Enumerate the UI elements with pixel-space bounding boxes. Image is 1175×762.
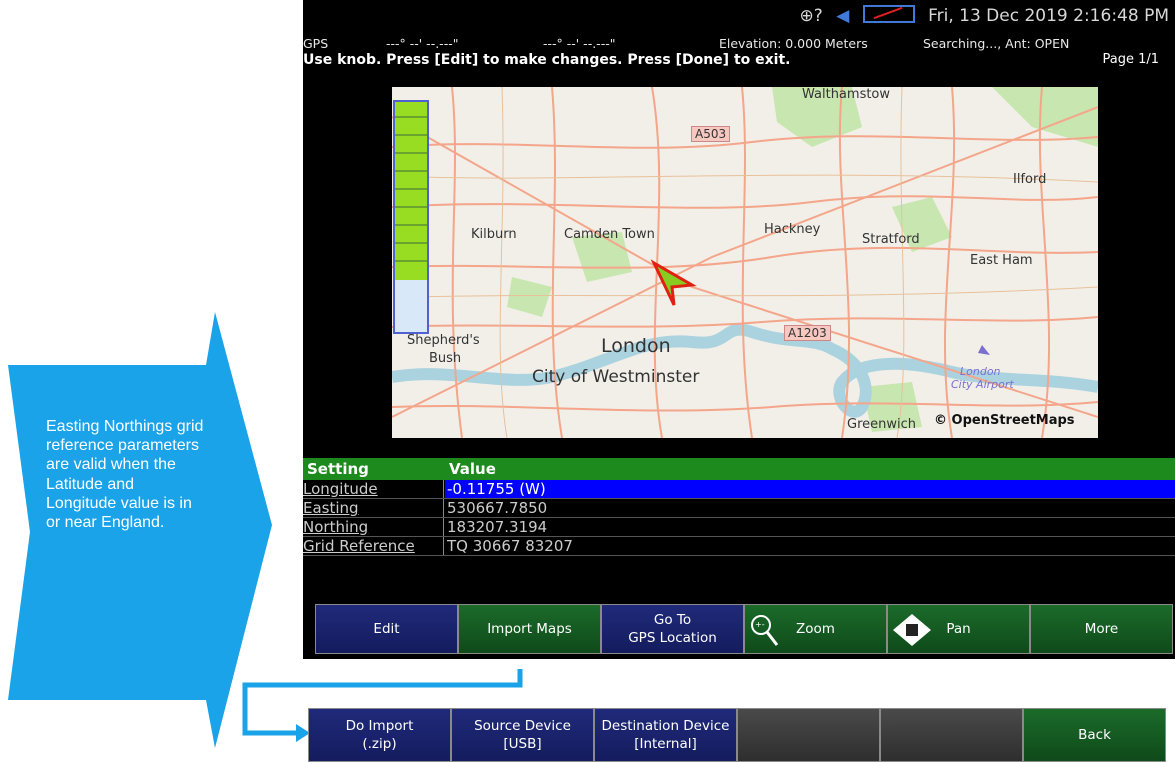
table-row[interactable]: Northing 183207.3194 bbox=[303, 518, 1175, 537]
import-softkey-bar: Do Import (.zip) Source Device [USB] Des… bbox=[308, 708, 1166, 762]
settings-table: Setting Value Longitude -0.11755 (W) Eas… bbox=[303, 458, 1175, 556]
pan-button[interactable]: Pan bbox=[887, 604, 1030, 654]
status-line: ⊕? ◀ Fri, 13 Dec 2019 2:16:48 PM bbox=[799, 5, 1169, 26]
gps-latitude: ---° --' --.---" bbox=[386, 36, 459, 51]
map-label: London bbox=[601, 335, 671, 357]
empty-softkey[interactable] bbox=[737, 708, 880, 762]
map-label: Hackney bbox=[764, 222, 821, 237]
column-header: Setting bbox=[307, 460, 369, 478]
gps-longitude: ---° --' --.---" bbox=[543, 36, 616, 51]
map-label: Kilburn bbox=[471, 227, 517, 242]
setting-value: 530667.7850 bbox=[447, 499, 548, 517]
main-softkey-bar: Edit Import Maps Go To GPS Location +- Z… bbox=[315, 604, 1173, 654]
table-header: Setting Value bbox=[303, 458, 1175, 480]
setting-name: Longitude bbox=[303, 480, 378, 498]
map-label: A503 bbox=[691, 126, 731, 142]
map-label: Bush bbox=[429, 351, 462, 366]
map-view[interactable]: Walthamstow A503 Ilford Kilburn Camden T… bbox=[392, 87, 1098, 438]
back-button[interactable]: Back bbox=[1023, 708, 1166, 762]
zoom-button[interactable]: +- Zoom bbox=[744, 604, 887, 654]
setting-value: 183207.3194 bbox=[447, 518, 548, 536]
map-label: Camden Town bbox=[564, 227, 655, 242]
table-row[interactable]: Easting 530667.7850 bbox=[303, 499, 1175, 518]
setting-value: TQ 30667 83207 bbox=[447, 537, 573, 555]
source-device-button[interactable]: Source Device [USB] bbox=[451, 708, 594, 762]
empty-softkey[interactable] bbox=[880, 708, 1023, 762]
table-row[interactable]: Longitude -0.11755 (W) bbox=[303, 480, 1175, 499]
map-label: East Ham bbox=[970, 253, 1033, 268]
map-label: City of Westminster bbox=[532, 367, 700, 387]
gps-state: Searching..., Ant: OPEN bbox=[923, 36, 1070, 51]
gps-elevation: Elevation: 0.000 Meters bbox=[719, 36, 868, 51]
gps-row: GPS ---° --' --.---" ---° --' --.---" El… bbox=[303, 36, 1175, 52]
setting-value: -0.11755 (W) bbox=[445, 480, 1175, 498]
map-label: Ilford bbox=[1013, 172, 1047, 187]
column-header: Value bbox=[449, 460, 496, 478]
map-label: A1203 bbox=[784, 325, 831, 341]
setting-name: Grid Reference bbox=[303, 537, 415, 555]
instruction-bar: Use knob. Press [Edit] to make changes. … bbox=[303, 52, 1175, 70]
map-label: City Airport bbox=[951, 378, 1014, 391]
page-indicator: Page 1/1 bbox=[1102, 52, 1159, 67]
do-import-button[interactable]: Do Import (.zip) bbox=[308, 708, 451, 762]
network-icon: ◀ bbox=[836, 6, 850, 26]
map-attribution: © OpenStreetMaps bbox=[934, 413, 1075, 428]
zoom-icon: +- bbox=[751, 615, 779, 646]
datetime: Fri, 13 Dec 2019 2:16:48 PM bbox=[928, 6, 1169, 26]
map-label: Shepherd's bbox=[407, 333, 480, 348]
go-to-gps-location-button[interactable]: Go To GPS Location bbox=[601, 604, 744, 654]
battery-icon bbox=[862, 5, 915, 23]
more-button[interactable]: More bbox=[1030, 604, 1173, 654]
map-label: London bbox=[960, 365, 1001, 378]
edit-button[interactable]: Edit bbox=[315, 604, 458, 654]
instrument-screen: ⊕? ◀ Fri, 13 Dec 2019 2:16:48 PM GPS ---… bbox=[303, 0, 1175, 659]
map-label: Stratford bbox=[862, 232, 920, 247]
map-label: Greenwich bbox=[847, 417, 916, 432]
gps-label: GPS bbox=[303, 36, 329, 51]
setting-name: Easting bbox=[303, 499, 359, 517]
svg-text:+-: +- bbox=[755, 620, 765, 629]
destination-device-button[interactable]: Destination Device [Internal] bbox=[594, 708, 737, 762]
map-label: Walthamstow bbox=[802, 87, 891, 102]
callout-text: Easting Northings grid reference paramet… bbox=[46, 418, 204, 532]
setting-name: Northing bbox=[303, 518, 369, 536]
instruction-text: Use knob. Press [Edit] to make changes. … bbox=[303, 52, 791, 68]
gps-status-icon: ⊕? bbox=[799, 6, 823, 26]
pan-icon bbox=[893, 614, 931, 646]
callout-arrow bbox=[8, 312, 272, 748]
table-row[interactable]: Grid Reference TQ 30667 83207 bbox=[303, 537, 1175, 556]
import-maps-button[interactable]: Import Maps bbox=[458, 604, 601, 654]
